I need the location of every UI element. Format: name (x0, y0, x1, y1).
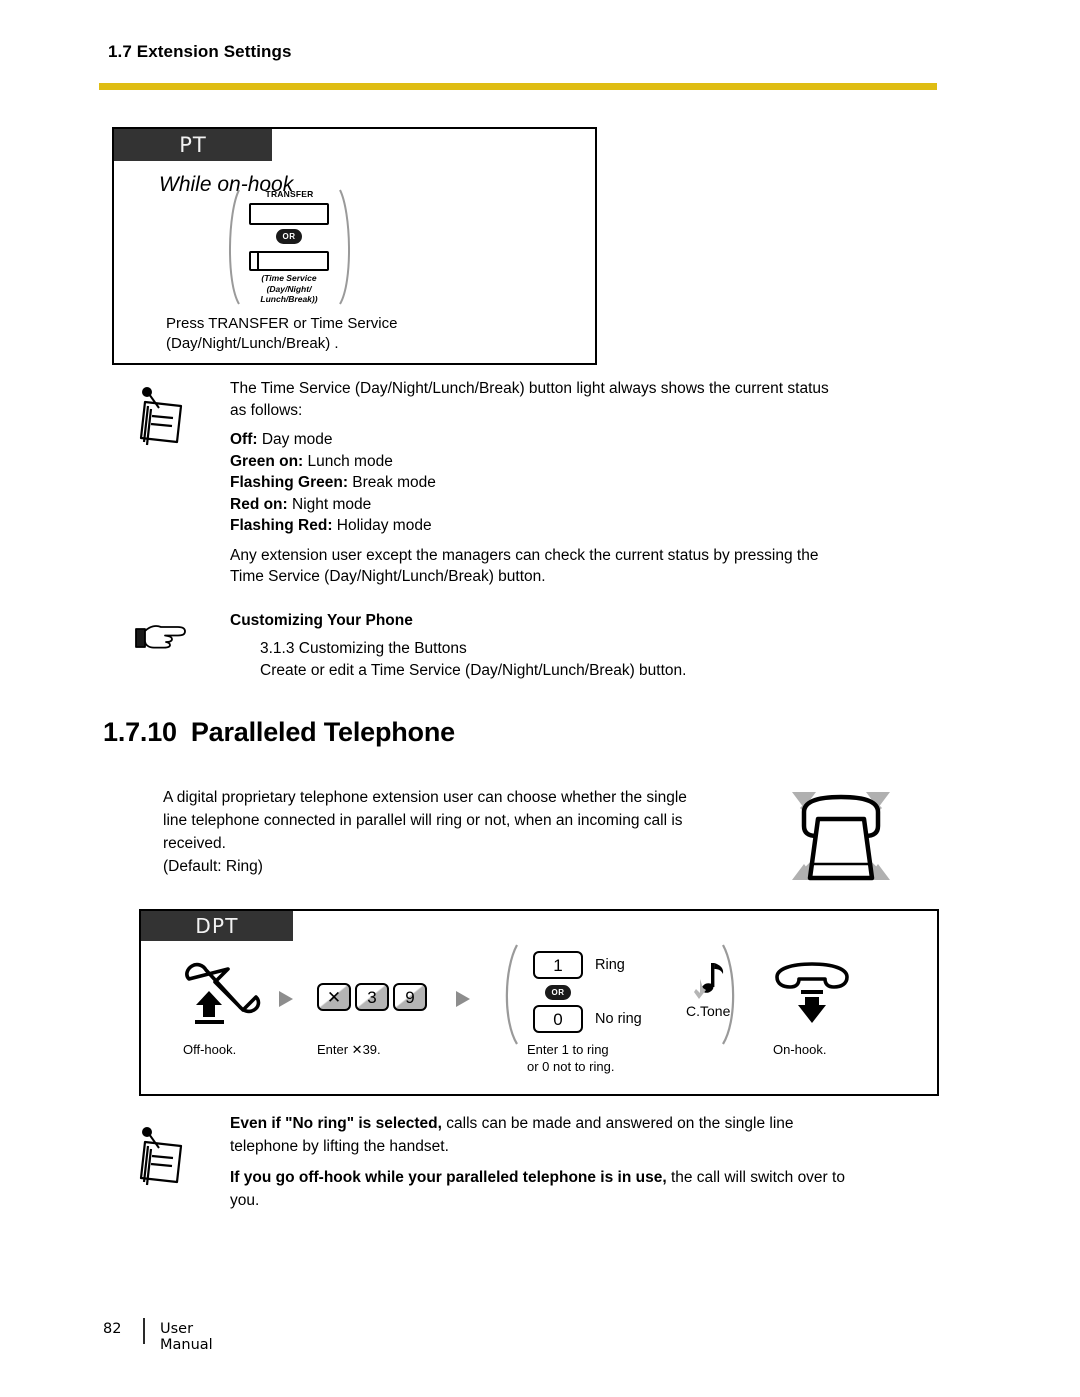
time-service-caption-line-3: Lunch/Break)) (260, 294, 318, 304)
intro-line-1: A digital proprietary telephone extensio… (163, 789, 687, 806)
step-caption-ring-choice-line-2: or 0 not to ring. (527, 1059, 615, 1074)
dial-key-0[interactable]: 0 (533, 1005, 583, 1033)
confirmation-tone (694, 959, 728, 1006)
intro-line-3: received. (163, 835, 226, 852)
dial-key-3[interactable]: 3 (355, 983, 389, 1011)
status-mode: Break mode (348, 474, 436, 491)
status-state: Green on: (230, 452, 304, 470)
pt-instruction-line-2: (Day/Night/Lunch/Break) . (166, 335, 339, 352)
time-service-key[interactable] (249, 251, 329, 271)
note1-closing-line-1: Any extension user except the managers c… (230, 546, 819, 564)
status-item: Red on: Night mode (230, 494, 940, 516)
note2-item-2: If you go off-hook while your paralleled… (230, 1166, 950, 1189)
dial-key-1[interactable]: 1 (533, 951, 583, 979)
customizing-desc-line: Create or edit a Time Service (Day/Night… (260, 662, 687, 679)
note2-item-1-line-2: telephone by lifting the handset. (230, 1138, 449, 1155)
flow-arrow-icon (277, 989, 295, 1014)
status-mode: Night mode (287, 495, 372, 513)
crossed-out-telephone-icon (786, 786, 896, 891)
flow-arrow-icon (454, 989, 472, 1014)
option-label-ring: Ring (595, 957, 625, 973)
pt-key-choice-group: TRANSFER OR (Time Service (Day/Night/ Lu… (222, 187, 357, 307)
status-state: Flashing Green: (230, 474, 348, 491)
step-caption-off-hook: Off-hook. (183, 1042, 237, 1057)
dial-key-9[interactable]: 9 (393, 983, 427, 1011)
page-title: 1.7.10 Paralleled Telephone (103, 717, 455, 748)
dpt-tab: DPT (141, 911, 293, 941)
time-service-caption-line-1: (Time Service (261, 273, 317, 283)
status-state: Off: (230, 431, 258, 448)
transfer-key[interactable] (249, 203, 329, 225)
note2-item-2-bold: If you go off-hook while your paralleled… (230, 1169, 667, 1186)
intro-line-2: line telephone connected in parallel wil… (163, 812, 683, 829)
section-title: Paralleled Telephone (190, 717, 455, 747)
pt-tab-label: PT (179, 133, 207, 157)
intro-line-4: (Default: Ring) (163, 858, 263, 875)
note1-intro-line-1: The Time Service (Day/Night/Lunch/Break)… (230, 380, 829, 397)
step-caption-enter-code: Enter ✕39. (317, 1042, 381, 1057)
status-mode: Day mode (257, 431, 333, 448)
header-rule (99, 83, 937, 90)
handset-on-hook-icon (775, 962, 849, 1023)
pt-instruction: Press TRANSFER or Time Service (Day/Nigh… (166, 314, 397, 354)
pt-tab: PT (114, 129, 272, 161)
or-badge: OR (276, 229, 302, 244)
status-item: Flashing Red: Holiday mode (230, 515, 940, 537)
step-dial-keys: ✕ 3 9 (317, 983, 427, 1011)
note2-item-1: Even if "No ring" is selected, calls can… (230, 1112, 950, 1135)
time-service-key-caption: (Time Service (Day/Night/ Lunch/Break)) (236, 273, 342, 305)
time-service-caption-line-2: (Day/Night/ (266, 283, 312, 294)
handset-off-hook-icon (185, 962, 261, 1024)
note-memo-icon (135, 1126, 193, 1193)
dpt-tab-label: DPT (195, 914, 239, 938)
status-state: Flashing Red: (230, 517, 333, 534)
note1-intro-line-2: as follows: (230, 401, 303, 419)
note-body: The Time Service (Day/Night/Lunch/Break)… (230, 378, 940, 588)
running-header: 1.7 Extension Settings (108, 42, 292, 61)
note2-item-1-rest: calls can be made and answered on the si… (441, 1115, 794, 1132)
step-on-hook (771, 961, 853, 1032)
option-label-no-ring: No ring (595, 1011, 642, 1027)
note-memo-icon (135, 386, 193, 453)
status-mode: Holiday mode (332, 517, 432, 534)
pointing-hand-icon (134, 620, 190, 659)
pt-procedure-box: PT While on-hook TRANSFER OR (Time Servi… (112, 127, 597, 365)
step-caption-ring-choice-line-1: Enter 1 to ring (527, 1042, 609, 1057)
customizing-title: Customizing Your Phone (230, 612, 413, 629)
page-number: 82 (103, 1321, 122, 1337)
note-body: Even if "No ring" is selected, calls can… (230, 1112, 950, 1212)
note2-item-2-rest: the call will switch over to (666, 1169, 845, 1186)
footer-label: User Manual (160, 1321, 213, 1353)
status-item: Off: Day mode (230, 429, 940, 451)
music-note-icon (694, 963, 724, 999)
footer-divider (143, 1318, 145, 1344)
step-caption-on-hook: On-hook. (773, 1042, 827, 1057)
step-off-hook (181, 961, 267, 1032)
note1-closing-line-2: Time Service (Day/Night/Lunch/Break) but… (230, 568, 546, 585)
transfer-key-label: TRANSFER (265, 189, 314, 199)
pt-instruction-line-1: Press TRANSFER or Time Service (166, 315, 398, 332)
status-item: Flashing Green: Break mode (230, 472, 940, 494)
section-number: 1.7.10 (103, 717, 177, 747)
confirmation-tone-label: C.Tone (686, 1003, 731, 1019)
status-item: Green on: Lunch mode (230, 451, 940, 473)
note2-item-1-bold: Even if "No ring" is selected, (230, 1115, 442, 1132)
dial-key-star[interactable]: ✕ (317, 983, 351, 1011)
status-mode: Lunch mode (303, 452, 393, 470)
step-caption-ring-choice: Enter 1 to ring or 0 not to ring. (527, 1041, 614, 1075)
intro-paragraph: A digital proprietary telephone extensio… (163, 786, 783, 878)
note2-item-2-line-2: you. (230, 1192, 260, 1209)
customizing-ref-line[interactable]: 3.1.3 Customizing the Buttons (260, 638, 686, 660)
status-state: Red on: (230, 495, 288, 513)
customizing-lines: 3.1.3 Customizing the Buttons Create or … (260, 638, 686, 682)
dpt-procedure-box: DPT Off-hook. ✕ 3 9 Enter ✕39. 1 Ring OR… (139, 909, 939, 1096)
or-badge: OR (545, 985, 571, 1000)
